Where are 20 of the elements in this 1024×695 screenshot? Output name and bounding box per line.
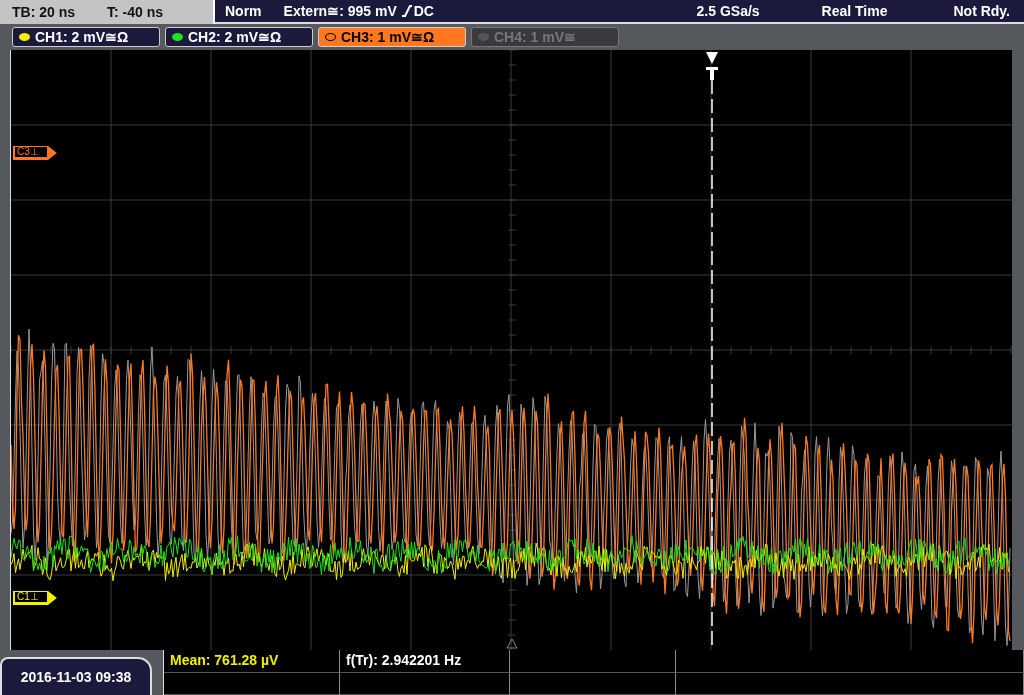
timebase-readout: TB: 20 ns — [12, 2, 75, 22]
acquisition-mode: Real Time — [821, 1, 888, 21]
channel-dot-icon — [478, 33, 489, 41]
status-readout: Not Rdy. — [953, 1, 1010, 21]
channel-tab[interactable]: CH2: 2 mV≅Ω — [165, 27, 313, 47]
reference-marker-icon — [506, 638, 518, 649]
measurement-readout: f(Tr): 2.942201 Hz — [340, 650, 510, 673]
trigger-mode: Norm — [225, 1, 262, 21]
rising-edge-icon — [400, 4, 413, 18]
coupling-readout: DC — [413, 1, 434, 21]
channel-marker: C3⊥ — [13, 146, 57, 160]
timestamp: 2016-11-03 09:38 — [0, 657, 152, 695]
measurement-readout: Mean: 761.28 µV — [164, 650, 340, 673]
sample-rate-readout: 2.5 GSa/s — [696, 1, 760, 21]
trigger-time-readout: T: -40 ns — [107, 2, 164, 22]
channel-marker: C1⊥ — [13, 591, 57, 605]
channel-tab[interactable]: CH1: 2 mV≅Ω — [12, 27, 160, 47]
trigger-source-readout: Extern≅: 995 mV — [283, 1, 397, 21]
channel-tab[interactable]: CH3: 1 mV≅Ω — [318, 27, 466, 47]
trigger-marker-icon — [706, 52, 718, 80]
